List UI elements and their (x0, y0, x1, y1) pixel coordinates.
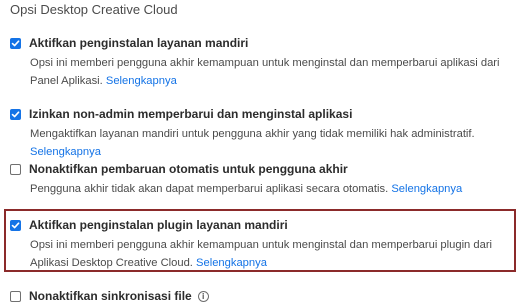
section-title: Opsi Desktop Creative Cloud (10, 2, 178, 17)
plugin-self-service-checkbox[interactable] (10, 219, 21, 231)
option-description: Opsi ini memberi pengguna akhir kemampua… (30, 54, 508, 90)
option-disable-file-sync: Nonaktifkan sinkronisasi file i (10, 289, 510, 303)
checkmark-icon (11, 110, 20, 117)
description-text: Pengguna akhir tidak akan dapat memperba… (30, 183, 389, 195)
option-head: Izinkan non-admin memperbarui dan mengin… (10, 107, 510, 121)
learn-more-link[interactable]: Selengkapnya (391, 183, 462, 195)
description-text: Opsi ini memberi pengguna akhir kemampua… (30, 57, 500, 87)
option-label: Aktifkan penginstalan layanan mandiri (29, 36, 249, 50)
info-icon[interactable]: i (197, 290, 209, 302)
option-head: Nonaktifkan pembaruan otomatis untuk pen… (10, 162, 510, 176)
option-label: Izinkan non-admin memperbarui dan mengin… (29, 107, 353, 121)
self-service-install-checkbox[interactable] (10, 37, 21, 49)
option-disable-auto-update: Nonaktifkan pembaruan otomatis untuk pen… (10, 162, 510, 198)
non-admin-update-checkbox[interactable] (10, 108, 21, 120)
option-label: Nonaktifkan pembaruan otomatis untuk pen… (29, 162, 348, 176)
disable-file-sync-checkbox[interactable] (10, 290, 21, 302)
option-description: Opsi ini memberi pengguna akhir kemampua… (30, 236, 508, 272)
learn-more-link[interactable]: Selengkapnya (196, 257, 267, 269)
description-text: Mengaktifkan layanan mandiri untuk pengg… (30, 128, 475, 140)
option-label: Nonaktifkan sinkronisasi file (29, 289, 192, 303)
checkmark-icon (11, 221, 20, 228)
option-plugin-self-service: Aktifkan penginstalan plugin layanan man… (10, 218, 510, 272)
learn-more-link[interactable]: Selengkapnya (30, 146, 101, 158)
option-head: Nonaktifkan sinkronisasi file i (10, 289, 510, 303)
option-non-admin-update: Izinkan non-admin memperbarui dan mengin… (10, 107, 510, 161)
option-label: Aktifkan penginstalan plugin layanan man… (29, 218, 288, 232)
option-description: Mengaktifkan layanan mandiri untuk pengg… (30, 125, 508, 161)
learn-more-link[interactable]: Selengkapnya (106, 75, 177, 87)
disable-auto-update-checkbox[interactable] (10, 163, 21, 175)
checkmark-icon (11, 39, 20, 46)
option-description: Pengguna akhir tidak akan dapat memperba… (30, 180, 508, 198)
option-self-service-install: Aktifkan penginstalan layanan mandiri Op… (10, 36, 510, 90)
option-head: Aktifkan penginstalan layanan mandiri (10, 36, 510, 50)
option-head: Aktifkan penginstalan plugin layanan man… (10, 218, 510, 232)
